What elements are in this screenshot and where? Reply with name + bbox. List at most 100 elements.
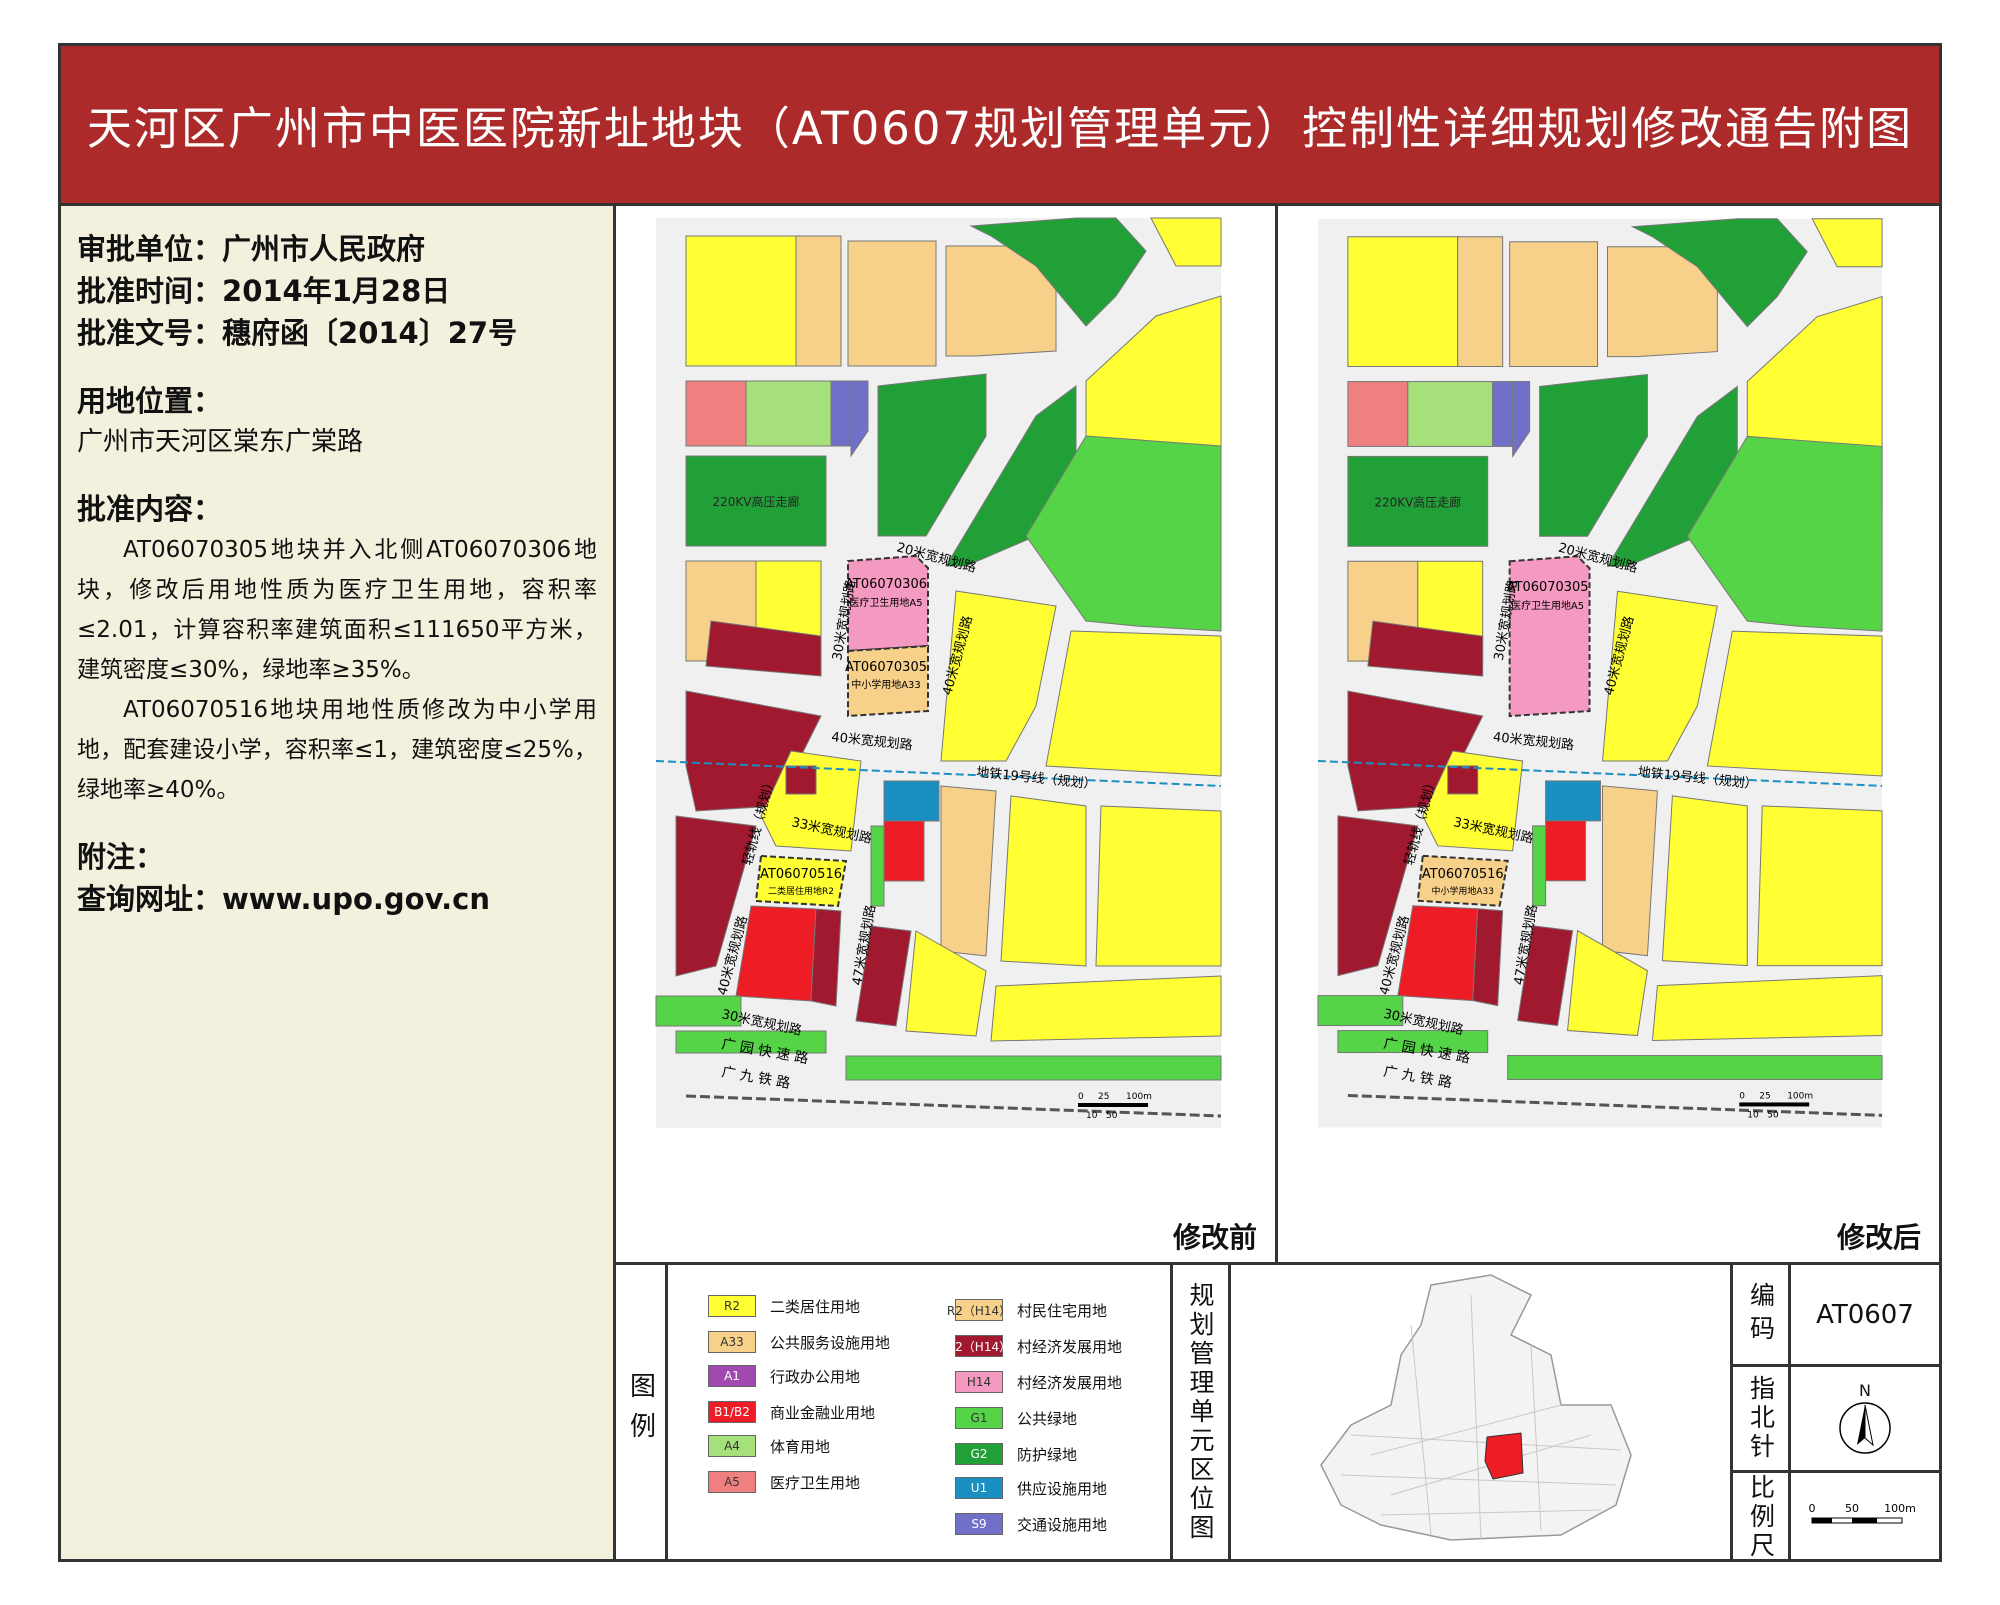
legend-item: H14 村经济发展用地: [955, 1371, 1122, 1393]
map-before: 220KV高压走廊 AT06070306 医疗卫生用地A5 AT06070305…: [616, 206, 1278, 1262]
parcel-r2: [1045, 630, 1222, 777]
page-title: 天河区广州市中医医院新址地块（AT0607规划管理单元）控制性详细规划修改通告附…: [86, 102, 1914, 155]
legend-item: S9 交通设施用地: [955, 1513, 1107, 1535]
north-arrow: N: [1791, 1367, 1939, 1470]
code-label: 编码: [1733, 1265, 1791, 1364]
legend-swatch: G2: [955, 1443, 1003, 1465]
website-row: 查询网址：www.upo.gov.cn: [77, 882, 490, 916]
parcel-g1: [1532, 825, 1547, 907]
approval-time-row: 批准时间：2014年1月28日: [77, 274, 451, 308]
svg-text:50: 50: [1845, 1502, 1859, 1515]
legend-item: A33 公共服务设施用地: [708, 1331, 890, 1353]
location-map: [1231, 1265, 1733, 1559]
after-parcel-c-code: AT06070516: [1422, 867, 1504, 882]
content-paragraph-1: AT06070305地块并入北侧AT06070306地块，修改后用地性质为医疗卫…: [77, 537, 597, 683]
legend-swatch: R2（H14）: [947, 1299, 1011, 1321]
after-parcel-c-use: 中小学用地A33: [1432, 885, 1494, 897]
legend-item: G2 防护绿地: [955, 1443, 1077, 1465]
parcel-a4: [1407, 381, 1494, 447]
title-bar: 天河区广州市中医医院新址地块（AT0607规划管理单元）控制性详细规划修改通告附…: [61, 46, 1939, 206]
parcel-a5: [685, 380, 747, 447]
svg-text:25: 25: [1098, 1092, 1109, 1102]
before-parcel-b-use: 中小学用地A33: [851, 678, 921, 691]
legend-item: R2 二类居住用地: [708, 1295, 860, 1317]
parcel-r2: [1661, 795, 1748, 967]
legend-item: R2（H14） 村民住宅用地: [947, 1299, 1107, 1321]
content-paragraph-2: AT06070516地块用地性质修改为中小学用地，配套建设小学，容积率≤1，建筑…: [77, 697, 597, 803]
legend: R2 二类居住用地 A33 公共服务设施用地 A1 行政办公用地 B1/B2 商业金融业…: [668, 1265, 1173, 1559]
before-parcel-b-code: AT06070305: [845, 660, 927, 675]
parcel-u1: [1545, 780, 1602, 822]
legend-item: B2（H14） 村经济发展用地: [947, 1335, 1122, 1357]
svg-text:10: 10: [1086, 1111, 1098, 1121]
before-parcel-c-use: 二类居住用地R2: [768, 885, 834, 897]
svg-text:50: 50: [1106, 1111, 1118, 1121]
approval-unit-row: 审批单位：广州市人民政府: [77, 232, 426, 266]
parcel-s9: [830, 380, 852, 447]
parcel-b1b2: [1545, 820, 1587, 882]
legend-swatch: B2（H14）: [947, 1335, 1011, 1357]
parcel-s9: [1492, 381, 1514, 447]
map-before-svg: 220KV高压走廊 AT06070306 医疗卫生用地A5 AT06070305…: [655, 217, 1222, 1128]
legend-item: U1 供应设施用地: [955, 1477, 1107, 1499]
parcel-r2: [685, 235, 797, 367]
parcel-a5: [1347, 381, 1409, 447]
parcel-b2h14: [1472, 908, 1504, 1007]
svg-text:10: 10: [1747, 1110, 1759, 1120]
note-heading: 附注：: [77, 840, 165, 874]
parcel-g1: [845, 1055, 1222, 1081]
parcel-a33: [795, 235, 842, 367]
before-label: 修改前: [1172, 1221, 1257, 1254]
parcel-a33: [1602, 785, 1658, 957]
legend-swatch: A5: [708, 1471, 756, 1493]
info-panel: 审批单位：广州市人民政府 批准时间：2014年1月28日 批准文号：穗府函〔20…: [61, 206, 616, 1559]
location-text: 广州市天河区棠东广棠路: [77, 427, 364, 457]
legend-item: B1/B2 商业金融业用地: [708, 1401, 875, 1423]
parcel-u1: [883, 780, 940, 822]
unit-highlight: [1484, 1432, 1524, 1480]
legend-swatch: B1/B2: [708, 1401, 756, 1423]
legend-item: A4 体育用地: [708, 1435, 830, 1457]
parcel-r2: [1756, 805, 1883, 967]
legend-item: G1 公共绿地: [955, 1407, 1077, 1429]
svg-text:100m: 100m: [1787, 1091, 1813, 1101]
legend-swatch: A4: [708, 1435, 756, 1457]
parcel-r2: [1000, 795, 1087, 967]
parcel-b2h14: [810, 908, 842, 1007]
parcel-r2: [1706, 630, 1883, 777]
legend-swatch: A1: [708, 1365, 756, 1387]
scale-bar-svg: 0 50 100m: [1809, 1502, 1916, 1523]
parcel-a4: [745, 380, 832, 447]
map-sheet-frame: 天河区广州市中医医院新址地块（AT0607规划管理单元）控制性详细规划修改通告附…: [58, 43, 1942, 1562]
svg-text:100m: 100m: [1126, 1092, 1152, 1102]
before-parcel-c-code: AT06070516: [760, 867, 842, 882]
north-label: 指北针: [1733, 1367, 1791, 1470]
parcel-r2: [990, 975, 1222, 1042]
after-label: 修改后: [1836, 1221, 1921, 1254]
parcel-a33: [940, 785, 997, 957]
content-heading: 批准内容：: [77, 492, 223, 526]
corridor-label: 220KV高压走廊: [713, 494, 800, 509]
legend-item: A1 行政办公用地: [708, 1365, 860, 1387]
location-map-svg: [1320, 1274, 1632, 1541]
scale-label: 比例尺: [1733, 1473, 1791, 1562]
website-link[interactable]: www.upo.gov.cn: [222, 882, 490, 916]
before-parcel-a-use: 医疗卫生用地A5: [849, 596, 922, 609]
parcel-a33: [1457, 236, 1504, 368]
code-value: AT0607: [1816, 1299, 1914, 1330]
parcel-a33: [1509, 241, 1599, 368]
svg-text:0: 0: [1739, 1091, 1745, 1101]
map-after-svg: 220KV高压走廊 AT06070305 医疗卫生用地A5 AT06070516…: [1317, 218, 1883, 1128]
north-letter: N: [1859, 1381, 1871, 1400]
legend-swatch: S9: [955, 1513, 1003, 1535]
parcel-b2h14: [1447, 765, 1479, 795]
parcel-b2h14: [785, 765, 817, 795]
legend-swatch: H14: [955, 1371, 1003, 1393]
location-map-title: 规划管理单元区位图: [1173, 1265, 1231, 1559]
corridor-label: 220KV高压走廊: [1374, 494, 1461, 509]
parcel-r2: [1651, 975, 1883, 1042]
after-parcel-a-use: 医疗卫生用地A5: [1511, 599, 1584, 612]
svg-text:0: 0: [1078, 1092, 1084, 1102]
legend-item: A5 医疗卫生用地: [708, 1471, 860, 1493]
parcel-r2: [1347, 236, 1459, 368]
